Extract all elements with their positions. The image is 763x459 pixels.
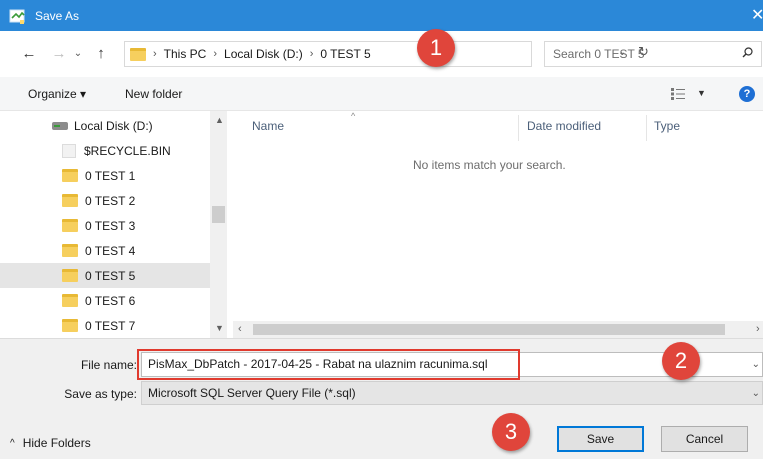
folder-icon: [62, 244, 78, 257]
command-bar: Organize ▾ New folder ▼ ?: [0, 77, 763, 111]
window-title: Save As: [35, 8, 80, 23]
nav-item-label: 0 TEST 2: [85, 193, 136, 208]
folder-icon: [62, 319, 78, 332]
nav-item-recycle-bin[interactable]: $RECYCLE.BIN: [0, 138, 210, 163]
scroll-thumb[interactable]: [253, 324, 725, 335]
nav-item-label: 0 TEST 5: [85, 268, 136, 283]
hide-folders-label: Hide Folders: [22, 436, 91, 450]
column-header-type[interactable]: Type: [654, 119, 680, 133]
recycle-bin-folder-icon: [62, 143, 76, 158]
nav-item-0-test-3[interactable]: 0 TEST 3: [0, 213, 210, 238]
folder-icon: [130, 47, 146, 61]
close-icon[interactable]: ✕: [751, 0, 763, 31]
file-name-label: File name:: [80, 358, 137, 372]
nav-item-label: 0 TEST 3: [85, 218, 136, 233]
nav-item-0-test-6[interactable]: 0 TEST 6: [0, 288, 210, 313]
file-list[interactable]: ^ Name Date modified Type No items match…: [233, 111, 763, 338]
nav-pane-vertical-scrollbar[interactable]: ▲ ▼: [210, 111, 227, 338]
save-button[interactable]: Save: [557, 426, 644, 452]
nav-item-local-disk[interactable]: Local Disk (D:): [0, 113, 210, 138]
file-list-horizontal-scrollbar[interactable]: ‹ ›: [233, 321, 763, 338]
folder-icon: [62, 219, 78, 232]
help-icon[interactable]: ?: [739, 86, 755, 102]
navigation-pane: Local Disk (D:) $RECYCLE.BIN 0 TEST 1 0 …: [0, 111, 230, 338]
new-folder-button[interactable]: New folder: [125, 87, 182, 101]
nav-item-label: 0 TEST 6: [85, 293, 136, 308]
nav-item-label: 0 TEST 1: [85, 168, 136, 183]
file-name-dropdown-icon[interactable]: ⌄: [752, 359, 760, 370]
organize-menu-button[interactable]: Organize ▾: [28, 87, 86, 101]
save-as-type-select[interactable]: Microsoft SQL Server Query File (*.sql) …: [141, 381, 763, 405]
nav-item-label: 0 TEST 7: [85, 318, 136, 333]
recent-locations-chevron-icon[interactable]: ⌄: [72, 45, 84, 63]
view-options-icon[interactable]: [671, 88, 685, 100]
save-options-panel: File name: ⌄ Save as type: Microsoft SQL…: [0, 338, 763, 459]
title-bar: Save As ✕: [0, 0, 763, 31]
scroll-up-icon[interactable]: ▲: [215, 115, 224, 125]
column-header-name[interactable]: Name: [252, 119, 284, 133]
hide-folders-toggle[interactable]: ^ Hide Folders: [10, 436, 91, 450]
nav-item-0-test-4[interactable]: 0 TEST 4: [0, 238, 210, 263]
nav-item-0-test-1[interactable]: 0 TEST 1: [0, 163, 210, 188]
breadcrumb-current-folder[interactable]: 0 TEST 5: [320, 47, 370, 61]
callout-badge-3: 3: [492, 413, 530, 451]
scroll-thumb[interactable]: [212, 206, 225, 223]
folder-icon: [62, 169, 78, 182]
search-input[interactable]: [553, 47, 733, 61]
column-divider[interactable]: [518, 115, 519, 141]
search-box[interactable]: [544, 41, 762, 67]
search-icon[interactable]: [742, 47, 753, 58]
breadcrumb-chevron-icon[interactable]: ›: [153, 48, 157, 60]
scroll-down-icon[interactable]: ▼: [215, 323, 224, 333]
save-as-app-icon: [9, 7, 27, 25]
sort-ascending-icon: ^: [351, 111, 356, 121]
folder-icon: [62, 294, 78, 307]
column-header-date-modified[interactable]: Date modified: [527, 119, 601, 133]
cancel-button[interactable]: Cancel: [661, 426, 748, 452]
save-as-type-label: Save as type:: [64, 387, 137, 401]
callout-badge-2: 2: [662, 342, 700, 380]
nav-item-0-test-7[interactable]: 0 TEST 7: [0, 313, 210, 338]
drive-icon: [52, 121, 68, 130]
nav-item-label: $RECYCLE.BIN: [84, 143, 171, 158]
callout-badge-1: 1: [417, 29, 455, 67]
scroll-left-icon[interactable]: ‹: [238, 323, 242, 335]
address-bar[interactable]: › This PC › Local Disk (D:) › 0 TEST 5 ⌄…: [124, 41, 649, 67]
scroll-right-icon[interactable]: ›: [756, 323, 760, 335]
breadcrumb-local-disk[interactable]: Local Disk (D:): [224, 47, 303, 61]
save-as-type-dropdown-icon[interactable]: ⌄: [752, 388, 760, 399]
breadcrumb-chevron-icon[interactable]: ›: [213, 48, 217, 60]
back-arrow-icon[interactable]: ←: [20, 45, 38, 63]
forward-arrow-icon[interactable]: →: [50, 45, 68, 63]
column-divider[interactable]: [646, 115, 647, 141]
nav-item-0-test-2[interactable]: 0 TEST 2: [0, 188, 210, 213]
nav-item-0-test-5[interactable]: 0 TEST 5: [0, 263, 210, 288]
breadcrumb-chevron-icon[interactable]: ›: [310, 48, 314, 60]
empty-folder-message: No items match your search.: [413, 158, 566, 172]
up-arrow-icon[interactable]: ↑: [92, 45, 110, 63]
nav-item-label: Local Disk (D:): [74, 118, 153, 133]
file-name-highlight-box: [137, 349, 520, 380]
folder-icon: [62, 269, 78, 282]
nav-item-label: 0 TEST 4: [85, 243, 136, 258]
breadcrumb-this-pc[interactable]: This PC: [164, 47, 207, 61]
view-options-caret-icon[interactable]: ▼: [697, 88, 706, 98]
save-as-type-value: Microsoft SQL Server Query File (*.sql): [148, 386, 356, 400]
chevron-up-icon: ^: [10, 437, 15, 449]
address-row: ← → ⌄ ↑ › This PC › Local Disk (D:) › 0 …: [0, 31, 763, 77]
folder-icon: [62, 194, 78, 207]
